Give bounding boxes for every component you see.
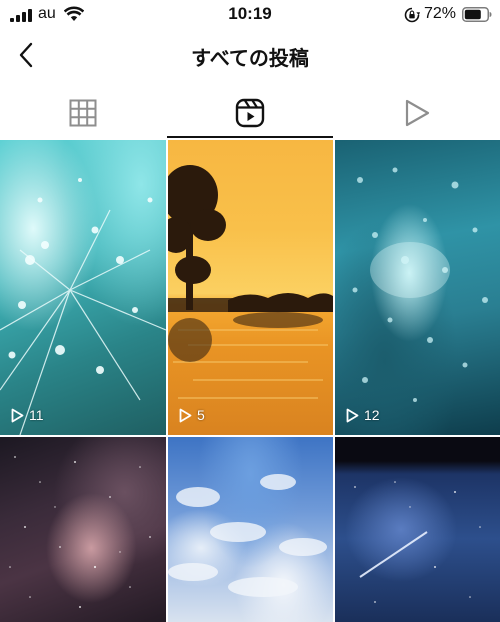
play-count: 5 <box>179 407 205 423</box>
reel-tile[interactable] <box>0 437 166 622</box>
dandelion-thumbnail <box>0 140 166 435</box>
tab-reels[interactable] <box>166 88 334 138</box>
reels-grid: 11 5 12 <box>0 140 500 622</box>
header: すべての投稿 <box>0 34 500 78</box>
rotation-lock-icon <box>404 7 420 23</box>
reel-tile[interactable] <box>168 437 333 622</box>
play-icon <box>405 99 429 127</box>
play-count-value: 11 <box>29 407 44 423</box>
play-count-value: 12 <box>364 407 380 423</box>
tab-posts-grid[interactable] <box>0 88 167 138</box>
meteor-thumbnail <box>335 437 500 622</box>
battery-icon <box>462 7 492 22</box>
reels-icon <box>235 98 265 128</box>
play-icon <box>179 408 192 422</box>
battery-percent: 72% <box>424 5 457 22</box>
play-icon <box>346 408 359 422</box>
play-count: 11 <box>11 407 44 423</box>
sunset-thumbnail <box>168 140 333 435</box>
reel-tile[interactable]: 12 <box>335 140 500 435</box>
reel-tile[interactable] <box>335 437 500 622</box>
play-count: 12 <box>346 407 380 423</box>
page-title: すべての投稿 <box>191 46 309 70</box>
play-icon <box>11 408 24 422</box>
reel-tile[interactable]: 5 <box>168 140 333 435</box>
water-bubbles-thumbnail <box>335 140 500 435</box>
clouds-thumbnail <box>168 437 333 622</box>
status-bar: au 10:19 72% <box>0 0 500 30</box>
milky-way-thumbnail <box>0 437 166 622</box>
grid-icon <box>69 99 97 127</box>
play-count-value: 5 <box>197 407 205 423</box>
content-tabs <box>0 88 500 138</box>
tab-videos[interactable] <box>333 88 500 138</box>
reel-tile[interactable]: 11 <box>0 140 166 435</box>
